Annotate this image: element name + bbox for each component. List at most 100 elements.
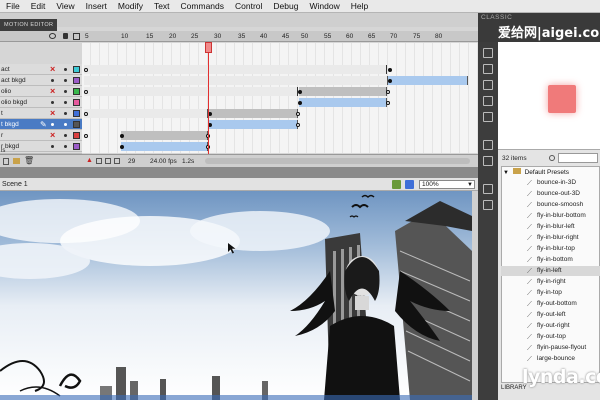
- frame-span[interactable]: [299, 87, 387, 96]
- preset-item[interactable]: ⟋ bounce-out-3D: [501, 189, 600, 199]
- preset-item[interactable]: ⟋ bounce-smoosh: [501, 200, 600, 210]
- tween-span[interactable]: [299, 98, 387, 107]
- keyframe[interactable]: [296, 123, 300, 127]
- tab-motion-editor[interactable]: MOTION EDITOR: [0, 19, 58, 31]
- swatches-tool-icon[interactable]: [483, 184, 493, 194]
- preset-item[interactable]: ⟋ bounce-in-3D: [501, 178, 600, 188]
- playhead[interactable]: [208, 42, 209, 154]
- visibility-dot-icon[interactable]: [51, 123, 54, 126]
- preset-item[interactable]: ⟋ fly-out-bottom: [501, 299, 600, 309]
- preset-item[interactable]: ⟋ fly-in-bottom: [501, 255, 600, 265]
- menu-text[interactable]: Text: [154, 1, 170, 11]
- lock-dot-icon[interactable]: [64, 79, 67, 82]
- visibility-dot-icon[interactable]: [51, 145, 54, 148]
- preset-item-selected[interactable]: ⟋ fly-in-left: [501, 266, 600, 276]
- keyframe[interactable]: [386, 101, 390, 105]
- tween-span[interactable]: [209, 120, 298, 129]
- menu-insert[interactable]: Insert: [86, 1, 107, 11]
- hidden-x-icon[interactable]: ×: [50, 130, 55, 140]
- keyframe[interactable]: [120, 134, 124, 138]
- preset-item[interactable]: ⟋ fly-out-top: [501, 332, 600, 342]
- preset-item[interactable]: ⟋ fly-in-top: [501, 288, 600, 298]
- layer-color-swatch[interactable]: [73, 143, 80, 150]
- hidden-x-icon[interactable]: ×: [50, 108, 55, 118]
- stage-canvas[interactable]: [0, 191, 472, 400]
- info-tool-icon[interactable]: [483, 80, 493, 90]
- lock-dot-icon[interactable]: [64, 145, 67, 148]
- keyframe[interactable]: [388, 79, 392, 83]
- preset-item[interactable]: ⟋ fly-in-blur-right: [501, 233, 600, 243]
- preset-folder[interactable]: ▼ Default Presets: [503, 168, 569, 176]
- keyframe[interactable]: [120, 145, 124, 149]
- menu-commands[interactable]: Commands: [181, 1, 224, 11]
- tween-span[interactable]: [388, 76, 468, 85]
- lock-icon[interactable]: [63, 33, 68, 39]
- library-tool-icon[interactable]: [483, 140, 493, 150]
- tween-span[interactable]: [121, 142, 208, 151]
- visibility-dot-icon[interactable]: [51, 79, 54, 82]
- preset-item[interactable]: ⟋ large-bounce: [501, 354, 600, 364]
- layer-color-swatch[interactable]: [73, 88, 80, 95]
- hidden-x-icon[interactable]: ×: [50, 64, 55, 74]
- search-icon[interactable]: [549, 155, 555, 161]
- menu-help[interactable]: Help: [351, 1, 368, 11]
- hidden-x-icon[interactable]: ×: [50, 86, 55, 96]
- layer-row[interactable]: olio ×: [0, 86, 82, 97]
- frame-span[interactable]: [84, 65, 387, 74]
- preset-search-input[interactable]: [558, 153, 598, 163]
- preset-item[interactable]: ⟋ fly-in-blur-bottom: [501, 211, 600, 221]
- keyframe[interactable]: [298, 101, 302, 105]
- visibility-dot-icon[interactable]: [51, 101, 54, 104]
- preset-item[interactable]: ⟋ fly-out-left: [501, 310, 600, 320]
- onion-outline-icon[interactable]: [105, 158, 111, 164]
- lock-dot-icon[interactable]: [64, 101, 67, 104]
- motion-presets-icon[interactable]: [483, 156, 493, 166]
- edit-symbols-icon[interactable]: [405, 180, 414, 189]
- frame-span[interactable]: [209, 109, 298, 118]
- lock-dot-icon[interactable]: [64, 123, 67, 126]
- layer-row[interactable]: r bkgd: [0, 141, 82, 152]
- menu-debug[interactable]: Debug: [273, 1, 298, 11]
- keyframe[interactable]: [84, 90, 88, 94]
- layer-row[interactable]: r ×: [0, 130, 82, 141]
- keyframe[interactable]: [388, 68, 392, 72]
- layer-row[interactable]: act bkgd: [0, 75, 82, 86]
- frame-span[interactable]: [84, 109, 208, 118]
- eye-icon[interactable]: [49, 33, 56, 39]
- frame-rate[interactable]: 24.00 fps: [150, 156, 177, 167]
- preset-item[interactable]: ⟋ fly-in-right: [501, 277, 600, 287]
- keyframe[interactable]: [386, 90, 390, 94]
- preset-item[interactable]: ⟋ fly-in-blur-top: [501, 244, 600, 254]
- color-tool-icon[interactable]: [483, 64, 493, 74]
- layer-row[interactable]: olio bkgd: [0, 97, 82, 108]
- keyframe[interactable]: [84, 134, 88, 138]
- menu-modify[interactable]: Modify: [118, 1, 143, 11]
- lock-dot-icon[interactable]: [64, 90, 67, 93]
- preset-item[interactable]: ⟋ fly-in-blur-left: [501, 222, 600, 232]
- outline-icon[interactable]: [73, 33, 80, 40]
- playhead-handle[interactable]: [205, 42, 212, 53]
- delete-layer-icon[interactable]: 🗑: [24, 157, 34, 165]
- layer-color-swatch[interactable]: [73, 99, 80, 106]
- onion-skin-icon[interactable]: [96, 158, 102, 164]
- new-layer-icon[interactable]: [3, 158, 9, 165]
- panel-divider[interactable]: [0, 167, 478, 178]
- keyframe[interactable]: [84, 112, 88, 116]
- frame-span[interactable]: [121, 131, 208, 140]
- frame-span[interactable]: [84, 87, 298, 96]
- keyframe[interactable]: [84, 68, 88, 72]
- layer-row-selected[interactable]: t bkgd ✎: [0, 119, 82, 130]
- edit-scene-icon[interactable]: [392, 180, 401, 189]
- workspace-switcher[interactable]: CLASSIC: [481, 14, 512, 21]
- menu-control[interactable]: Control: [235, 1, 262, 11]
- layer-color-swatch[interactable]: [73, 121, 80, 128]
- menu-edit[interactable]: Edit: [31, 1, 46, 11]
- timeline-hscrollbar[interactable]: [205, 158, 470, 164]
- transform-tool-icon[interactable]: [483, 112, 493, 122]
- components-tool-icon[interactable]: [483, 200, 493, 210]
- align-tool-icon[interactable]: [483, 96, 493, 106]
- layer-row[interactable]: t ×: [0, 108, 82, 119]
- layer-color-swatch[interactable]: [73, 77, 80, 84]
- layer-row[interactable]: act ×: [0, 64, 82, 75]
- lock-dot-icon[interactable]: [64, 68, 67, 71]
